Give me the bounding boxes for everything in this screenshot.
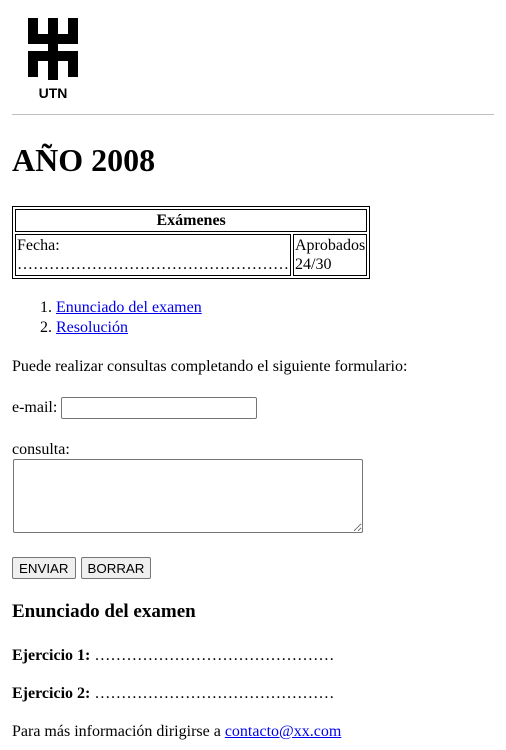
utn-logo-icon: UTN <box>28 18 78 101</box>
list-item: Enunciado del examen <box>56 298 202 318</box>
email-input[interactable] <box>61 397 258 420</box>
consulta-textarea[interactable] <box>13 459 363 533</box>
ejercicio-1: Ejercicio 1: ……………………………………… <box>12 646 334 666</box>
utn-logo: UTN <box>22 18 84 101</box>
email-label: e-mail: <box>12 399 58 416</box>
aprobados-value: 24/30 <box>295 256 332 273</box>
ejercicio-2-value: ……………………………………… <box>94 685 335 702</box>
contact-link[interactable]: contacto@xx.com <box>225 723 341 740</box>
exams-table: Exámenes Fecha: …………………………………………… Aproba… <box>12 206 371 279</box>
link-enunciado[interactable]: Enunciado del examen <box>56 299 202 316</box>
ejercicio-2-label: Ejercicio 2: <box>12 685 91 702</box>
ejercicio-1-value: ……………………………………… <box>94 647 335 664</box>
ejercicio-2: Ejercicio 2: ……………………………………… <box>12 684 334 704</box>
horizontal-rule <box>12 114 494 115</box>
page-title: AÑO 2008 <box>12 142 156 178</box>
section-title: Enunciado del examen <box>12 601 196 622</box>
footer: Para más información dirigirse a contact… <box>12 722 341 742</box>
svg-text:UTN: UTN <box>39 85 68 100</box>
links-list: Enunciado del examen Resolución <box>12 298 202 338</box>
submit-button[interactable]: ENVIAR <box>12 557 76 579</box>
aprobados-cell: Aprobados 24/30 <box>293 234 368 276</box>
aprobados-label: Aprobados <box>295 237 366 254</box>
reset-button[interactable]: BORRAR <box>80 557 152 579</box>
fecha-value: …………………………………………… <box>17 256 289 273</box>
link-resolucion[interactable]: Resolución <box>56 319 128 336</box>
form-buttons: ENVIAR BORRAR <box>12 557 152 579</box>
fecha-label: Fecha: <box>17 237 60 254</box>
consult-instructions: Puede realizar consultas completando el … <box>12 358 408 375</box>
consulta-label: consulta: <box>12 441 70 458</box>
exams-table-caption: Exámenes <box>15 209 368 232</box>
ejercicio-1-label: Ejercicio 1: <box>12 647 91 664</box>
footer-text: Para más información dirigirse a <box>12 723 225 740</box>
list-item: Resolución <box>56 318 202 338</box>
email-row: e-mail: <box>12 397 258 420</box>
fecha-cell: Fecha: …………………………………………… <box>15 234 291 276</box>
